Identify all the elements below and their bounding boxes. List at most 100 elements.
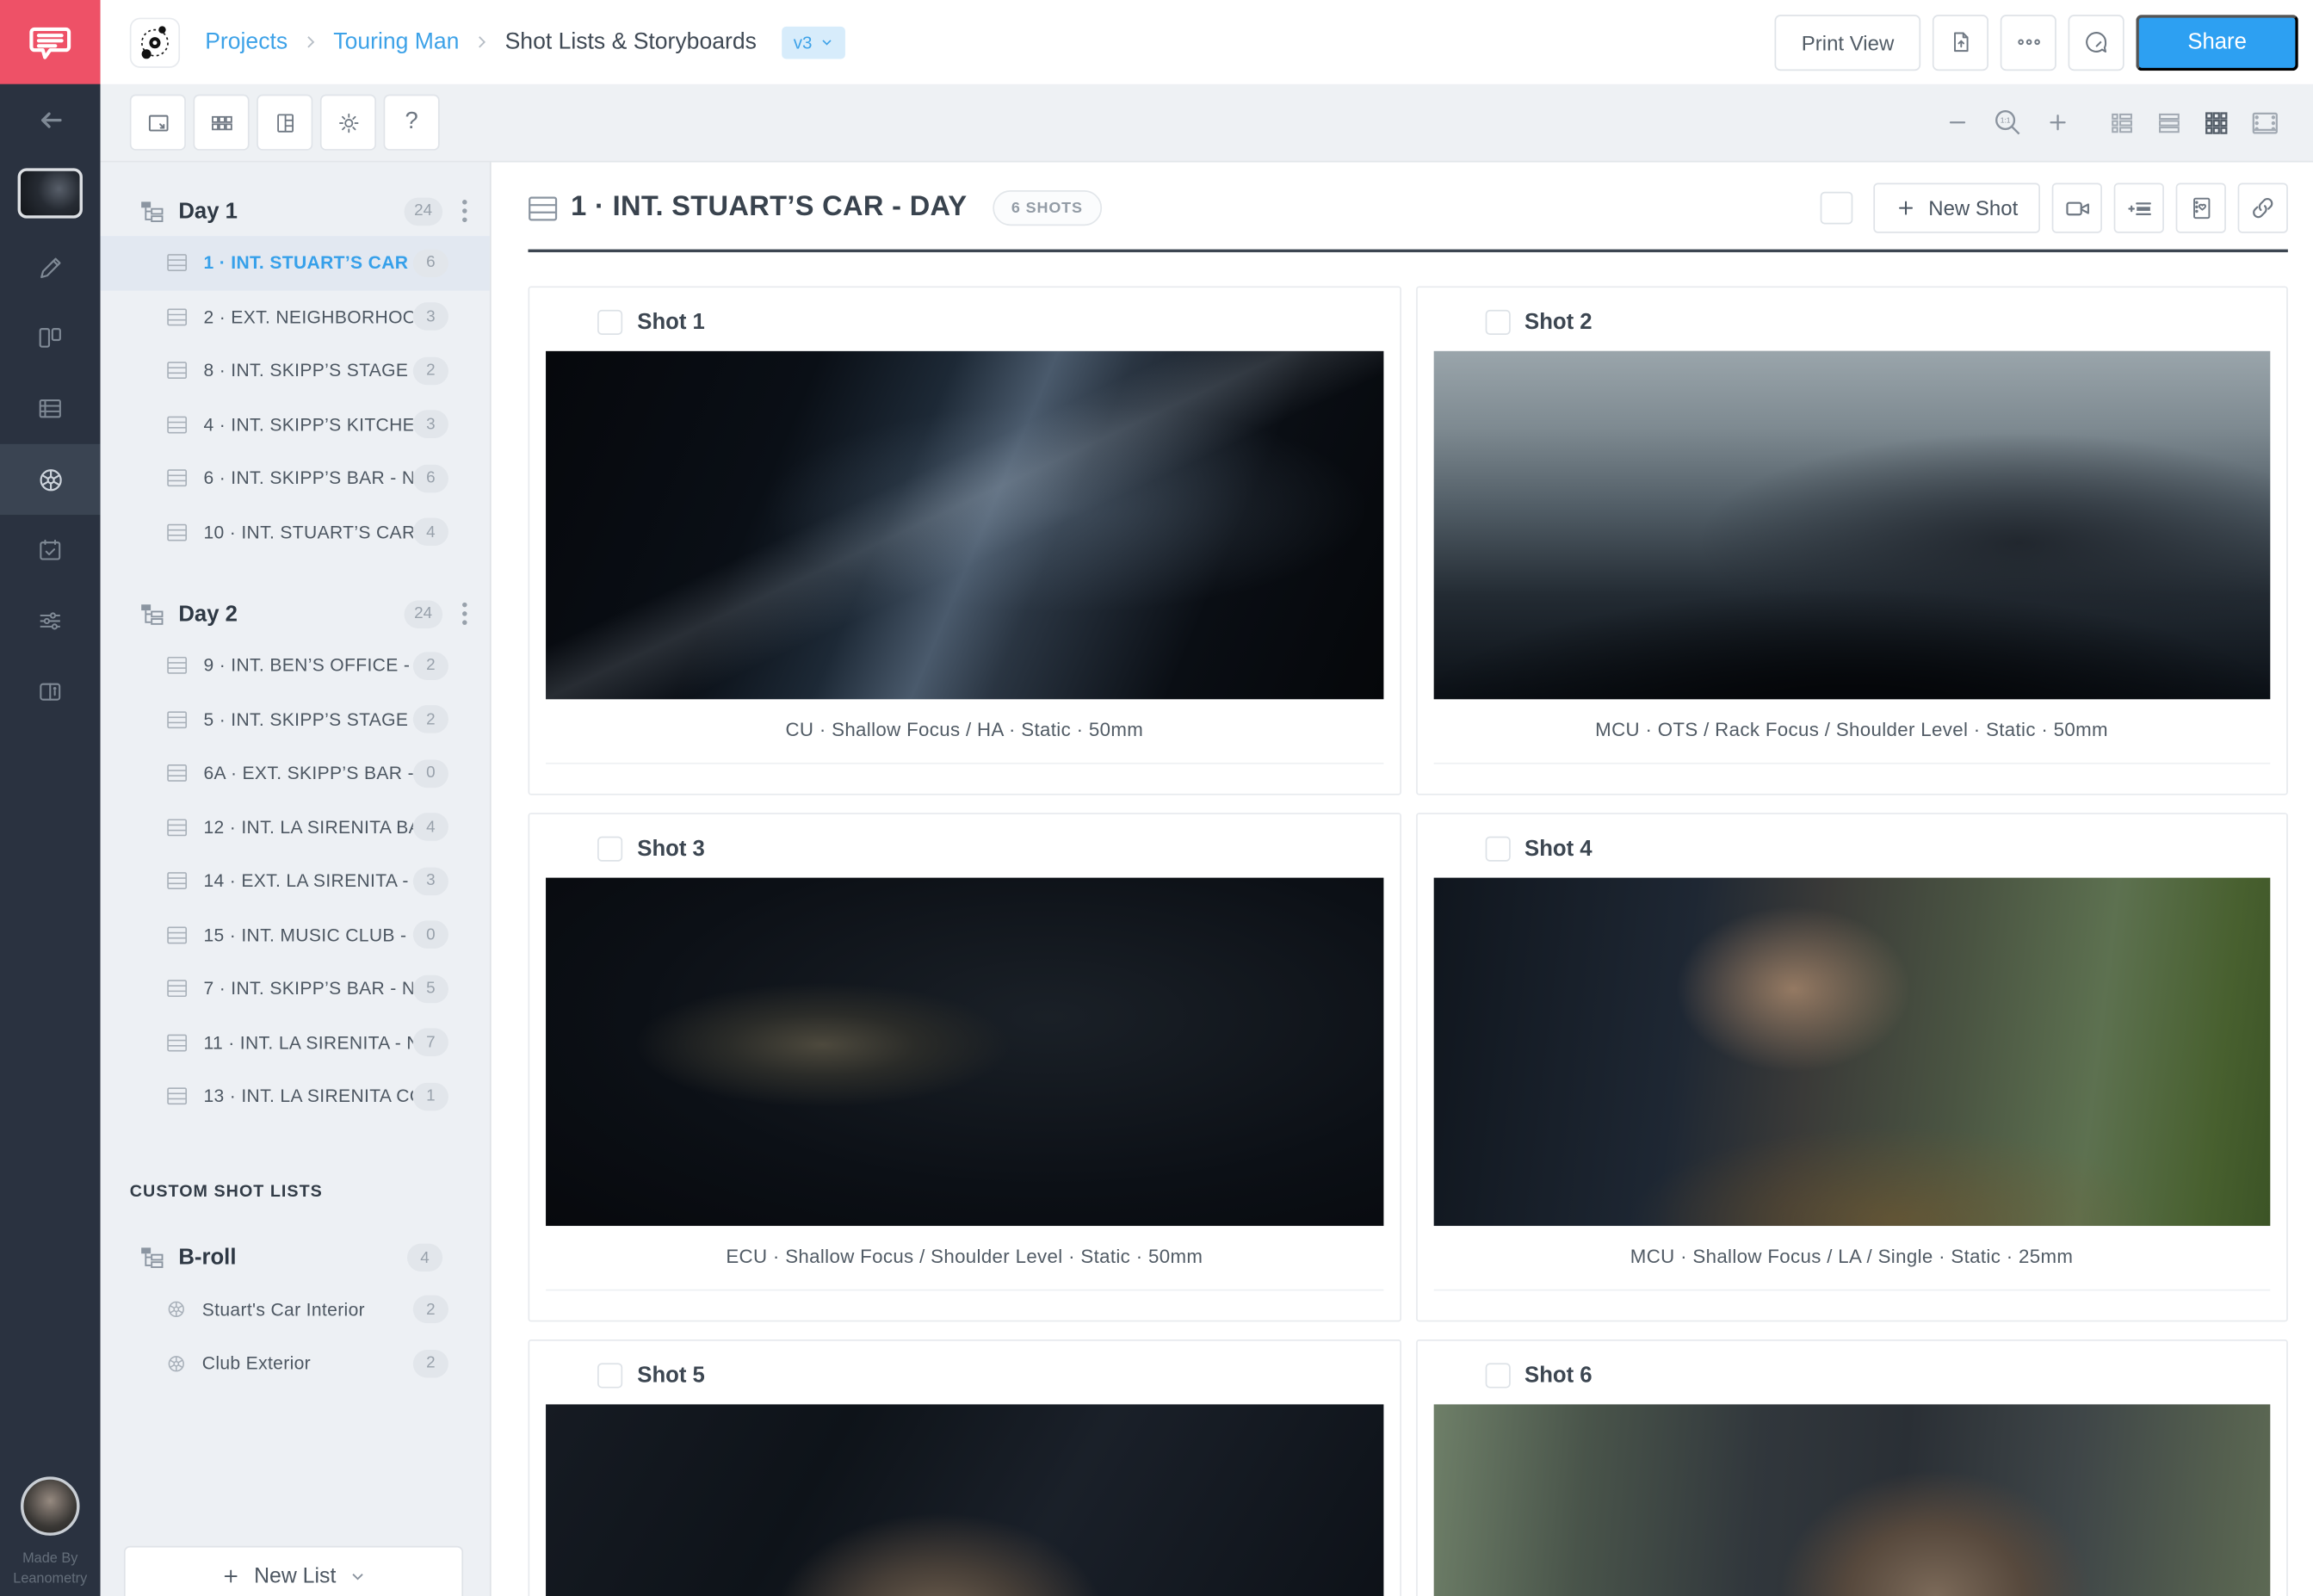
select-all-checkbox[interactable]	[1821, 192, 1853, 225]
export-button[interactable]	[1933, 14, 1988, 70]
group-count-badge: 4	[407, 1244, 442, 1272]
rows-icon	[2155, 108, 2184, 137]
sidebar-scene-item[interactable]: 8 · INT. SKIPP’S STAGE - NIGHT 2	[101, 343, 490, 398]
scene-list-icon	[167, 523, 188, 541]
shot-card[interactable]: Shot 3 ECU · Shallow Focus / Shoulder Le…	[528, 813, 1401, 1321]
new-list-button[interactable]: New List	[124, 1546, 463, 1596]
sidebar-scene-item[interactable]: 9 · INT. BEN’S OFFICE - NIGHT 2	[101, 639, 490, 693]
shot-checkbox[interactable]	[597, 310, 622, 335]
shot-card[interactable]: Shot 2 MCU · OTS / Rack Focus / Shoulder…	[1415, 286, 2288, 795]
comments-button[interactable]	[2069, 14, 2124, 70]
zoom-out-button[interactable]	[1945, 111, 1969, 134]
scene-list-icon	[167, 926, 188, 944]
scene-list-icon	[167, 872, 188, 890]
group-header-broll[interactable]: B-roll 4	[101, 1233, 490, 1283]
shot-card[interactable]: Shot 5	[528, 1339, 1401, 1596]
nav-reports-button[interactable]	[0, 657, 101, 727]
scene-count-badge: 6	[413, 464, 448, 492]
storyboard-notes-button[interactable]	[2176, 182, 2226, 232]
nav-moodboards-button[interactable]	[0, 302, 101, 373]
sidebar-scene-item[interactable]: 15 · INT. MUSIC CLUB - NIGHT 0	[101, 908, 490, 962]
shot-storyboard-image[interactable]	[1433, 351, 2270, 699]
view-list-thumbnails-button[interactable]	[2108, 108, 2137, 137]
nav-write-button[interactable]	[0, 232, 101, 302]
sidebar-custom-list-item[interactable]: Stuart's Car Interior 2	[101, 1283, 490, 1337]
sidebar-scene-item[interactable]: 12 · INT. LA SIRENITA BATHRO... 4	[101, 801, 490, 855]
camera-view-button[interactable]	[2052, 182, 2102, 232]
shot-storyboard-image[interactable]	[546, 351, 1382, 699]
zoom-in-button[interactable]	[2046, 111, 2069, 134]
group-header-day1[interactable]: Day 1 24	[101, 186, 490, 236]
shot-checkbox[interactable]	[1485, 837, 1510, 862]
sidebar-scene-item[interactable]: 2 · EXT. NEIGHBORHOOD - DAY 3	[101, 290, 490, 344]
project-thumbnail-button[interactable]	[0, 155, 101, 232]
shot-card[interactable]: Shot 1 CU · Shallow Focus / HA · Static …	[528, 286, 1401, 795]
scene-list-icon	[167, 711, 188, 729]
scene-label: 10 · INT. STUART’S CAR - NIGHT	[203, 522, 412, 542]
scene-label: 6 · INT. SKIPP’S BAR - NIGHT	[203, 468, 412, 489]
add-rows-button[interactable]	[2114, 182, 2164, 232]
shot-card[interactable]: Shot 4 MCU · Shallow Focus / LA / Single…	[1415, 813, 2288, 1321]
top-bar: Projects Touring Man Shot Lists & Storyb…	[101, 0, 2313, 84]
new-list-label: New List	[254, 1564, 336, 1587]
shot-storyboard-image[interactable]	[546, 878, 1382, 1226]
aspect-ratio-button[interactable]	[130, 95, 186, 151]
sidebar-scene-item[interactable]: 10 · INT. STUART’S CAR - NIGHT 4	[101, 505, 490, 560]
sidebar-scene-item[interactable]: 11 · INT. LA SIRENITA - NIGHT 7	[101, 1016, 490, 1070]
sidebar-scene-item[interactable]: 13 · INT. LA SIRENITA CORRID... 1	[101, 1069, 490, 1123]
shot-checkbox[interactable]	[597, 837, 622, 862]
shot-checkbox[interactable]	[1485, 310, 1510, 335]
group-header-day2[interactable]: Day 2 24	[101, 589, 490, 639]
stacked-rows-icon	[37, 395, 64, 422]
project-avatar[interactable]	[130, 17, 180, 67]
nav-settings-button[interactable]	[0, 585, 101, 656]
sidebar-scene-item[interactable]: 6 · INT. SKIPP’S BAR - NIGHT 6	[101, 451, 490, 505]
nav-shot-lists-button[interactable]	[0, 444, 101, 515]
back-arrow-button[interactable]	[0, 84, 101, 155]
view-storyboard-button[interactable]	[2249, 107, 2280, 138]
group-more-options-icon[interactable]	[455, 602, 475, 625]
studiobinder-logo[interactable]	[0, 0, 101, 84]
help-button[interactable]: ?	[384, 95, 440, 151]
sidebar-scene-item[interactable]: 14 · EXT. LA SIRENITA - NIGHT 3	[101, 854, 490, 908]
view-rows-button[interactable]	[2155, 108, 2184, 137]
breadcrumb-projects-link[interactable]: Projects	[205, 28, 288, 55]
sidebar-scene-item[interactable]: 5 · INT. SKIPP’S STAGE - NIGHT 2	[101, 693, 490, 747]
settings-button[interactable]	[320, 95, 376, 151]
sidebar-scene-item[interactable]: 1 · INT. STUART’S CAR - DAY 6	[101, 236, 490, 290]
copy-link-button[interactable]	[2238, 182, 2288, 232]
sidebar-scene-item[interactable]: 4 · INT. SKIPP’S KITCHEN - NIG... 3	[101, 398, 490, 452]
shot-card[interactable]: Shot 6	[1415, 1339, 2288, 1596]
nav-breakdowns-button[interactable]	[0, 374, 101, 444]
shot-storyboard-image[interactable]	[1433, 1404, 2270, 1596]
minus-icon	[1945, 111, 1969, 134]
share-button[interactable]: Share	[2136, 14, 2298, 70]
hierarchy-icon	[140, 603, 164, 625]
chevron-down-icon	[819, 35, 832, 48]
grid-layout-button[interactable]	[193, 95, 249, 151]
scene-title: 1 · INT. STUART’S CAR - DAY	[571, 192, 967, 225]
group-more-options-icon[interactable]	[455, 199, 475, 222]
shot-storyboard-image[interactable]	[546, 1404, 1382, 1596]
column-layout-button[interactable]	[257, 95, 312, 151]
breadcrumb-current-page: Shot Lists & Storyboards	[505, 28, 757, 55]
shot-label: Shot 4	[1524, 837, 1593, 862]
nav-calendar-button[interactable]	[0, 515, 101, 585]
shot-checkbox[interactable]	[1485, 1363, 1510, 1388]
sidebar-custom-list-item[interactable]: Club Exterior 2	[101, 1337, 490, 1391]
scene-section-header: 1 · INT. STUART’S CAR - DAY 6 SHOTS New …	[528, 184, 2287, 232]
add-to-list-icon	[2125, 194, 2154, 222]
sidebar-scene-item[interactable]: 6A · EXT. SKIPP’S BAR - NIGHT 0	[101, 746, 490, 801]
shot-checkbox[interactable]	[597, 1363, 622, 1388]
print-view-button[interactable]: Print View	[1775, 14, 1920, 70]
view-grid-button[interactable]	[2202, 108, 2230, 137]
sidebar-scene-item[interactable]: 7 · INT. SKIPP’S BAR - NIGHT 5	[101, 962, 490, 1016]
version-badge[interactable]: v3	[782, 26, 844, 59]
user-avatar[interactable]	[21, 1476, 80, 1536]
scene-label: 5 · INT. SKIPP’S STAGE - NIGHT	[203, 709, 412, 730]
shot-storyboard-image[interactable]	[1433, 878, 2270, 1226]
new-shot-button[interactable]: New Shot	[1874, 182, 2040, 232]
zoom-reset-button[interactable]: 1:1	[1991, 106, 2024, 139]
more-options-button[interactable]	[2001, 14, 2056, 70]
breadcrumb-project-link[interactable]: Touring Man	[333, 28, 459, 55]
